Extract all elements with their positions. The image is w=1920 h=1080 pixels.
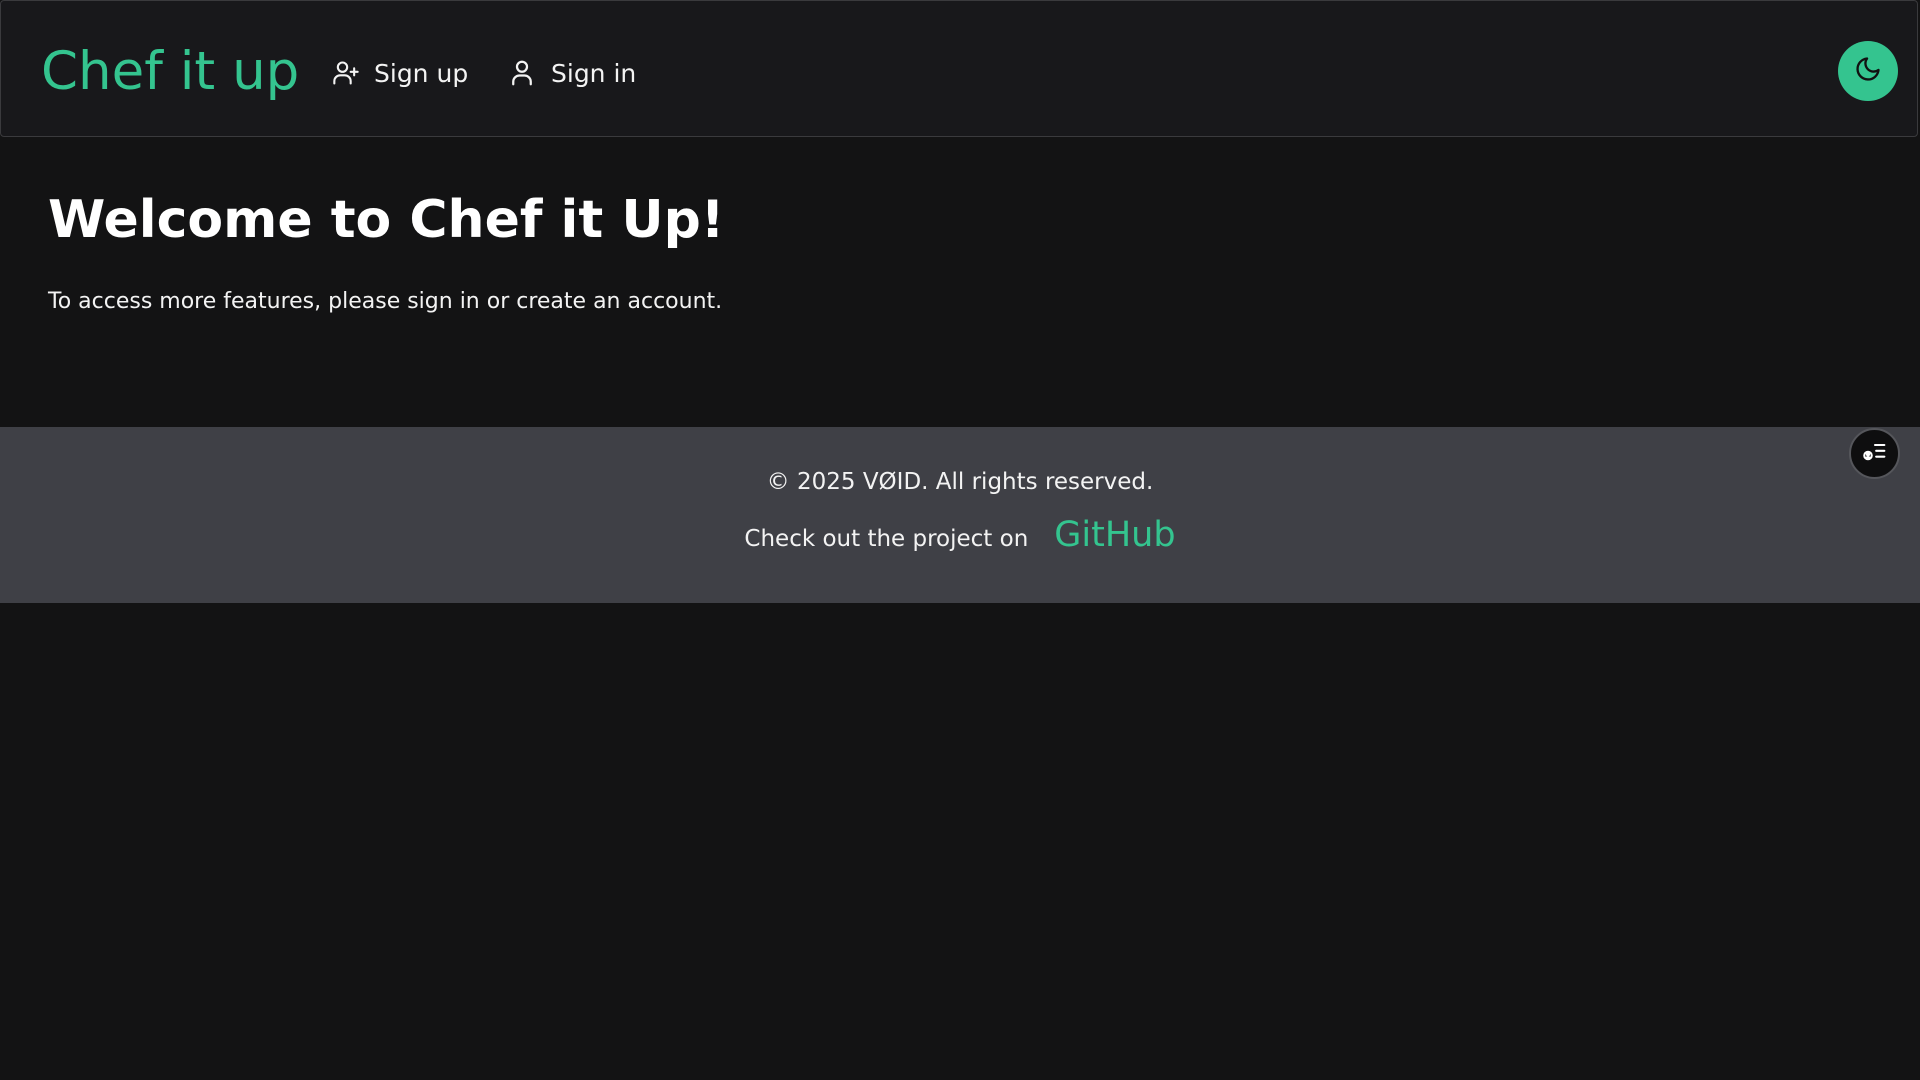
top-navbar: Chef it up Sign up Sign in — [0, 0, 1918, 137]
profile-menu-button[interactable] — [1849, 428, 1900, 479]
sign-in-label: Sign in — [551, 58, 637, 88]
sign-up-link[interactable]: Sign up — [332, 51, 468, 95]
moon-icon — [1854, 55, 1882, 87]
sign-in-link[interactable]: Sign in — [507, 51, 636, 95]
main-content: Welcome to Chef it Up! To access more fe… — [48, 180, 1448, 314]
user-plus-icon — [332, 59, 360, 87]
project-text: Check out the project on — [744, 526, 1029, 552]
profile-menu-icon — [1861, 438, 1889, 470]
site-footer: © 2025 VØID. All rights reserved. Check … — [0, 427, 1920, 603]
github-link[interactable]: GitHub — [1054, 515, 1175, 555]
access-message: To access more features, please sign in … — [48, 289, 723, 314]
welcome-heading: Welcome to Chef it Up! — [48, 190, 725, 250]
brand-logo-text[interactable]: Chef it up — [41, 37, 299, 107]
project-link-line: Check out the project on GitHub — [0, 515, 1920, 555]
copyright-text: © 2025 VØID. All rights reserved. — [766, 469, 1154, 495]
theme-toggle-button[interactable] — [1838, 41, 1898, 101]
user-icon — [507, 58, 537, 88]
sign-up-label: Sign up — [374, 58, 469, 88]
